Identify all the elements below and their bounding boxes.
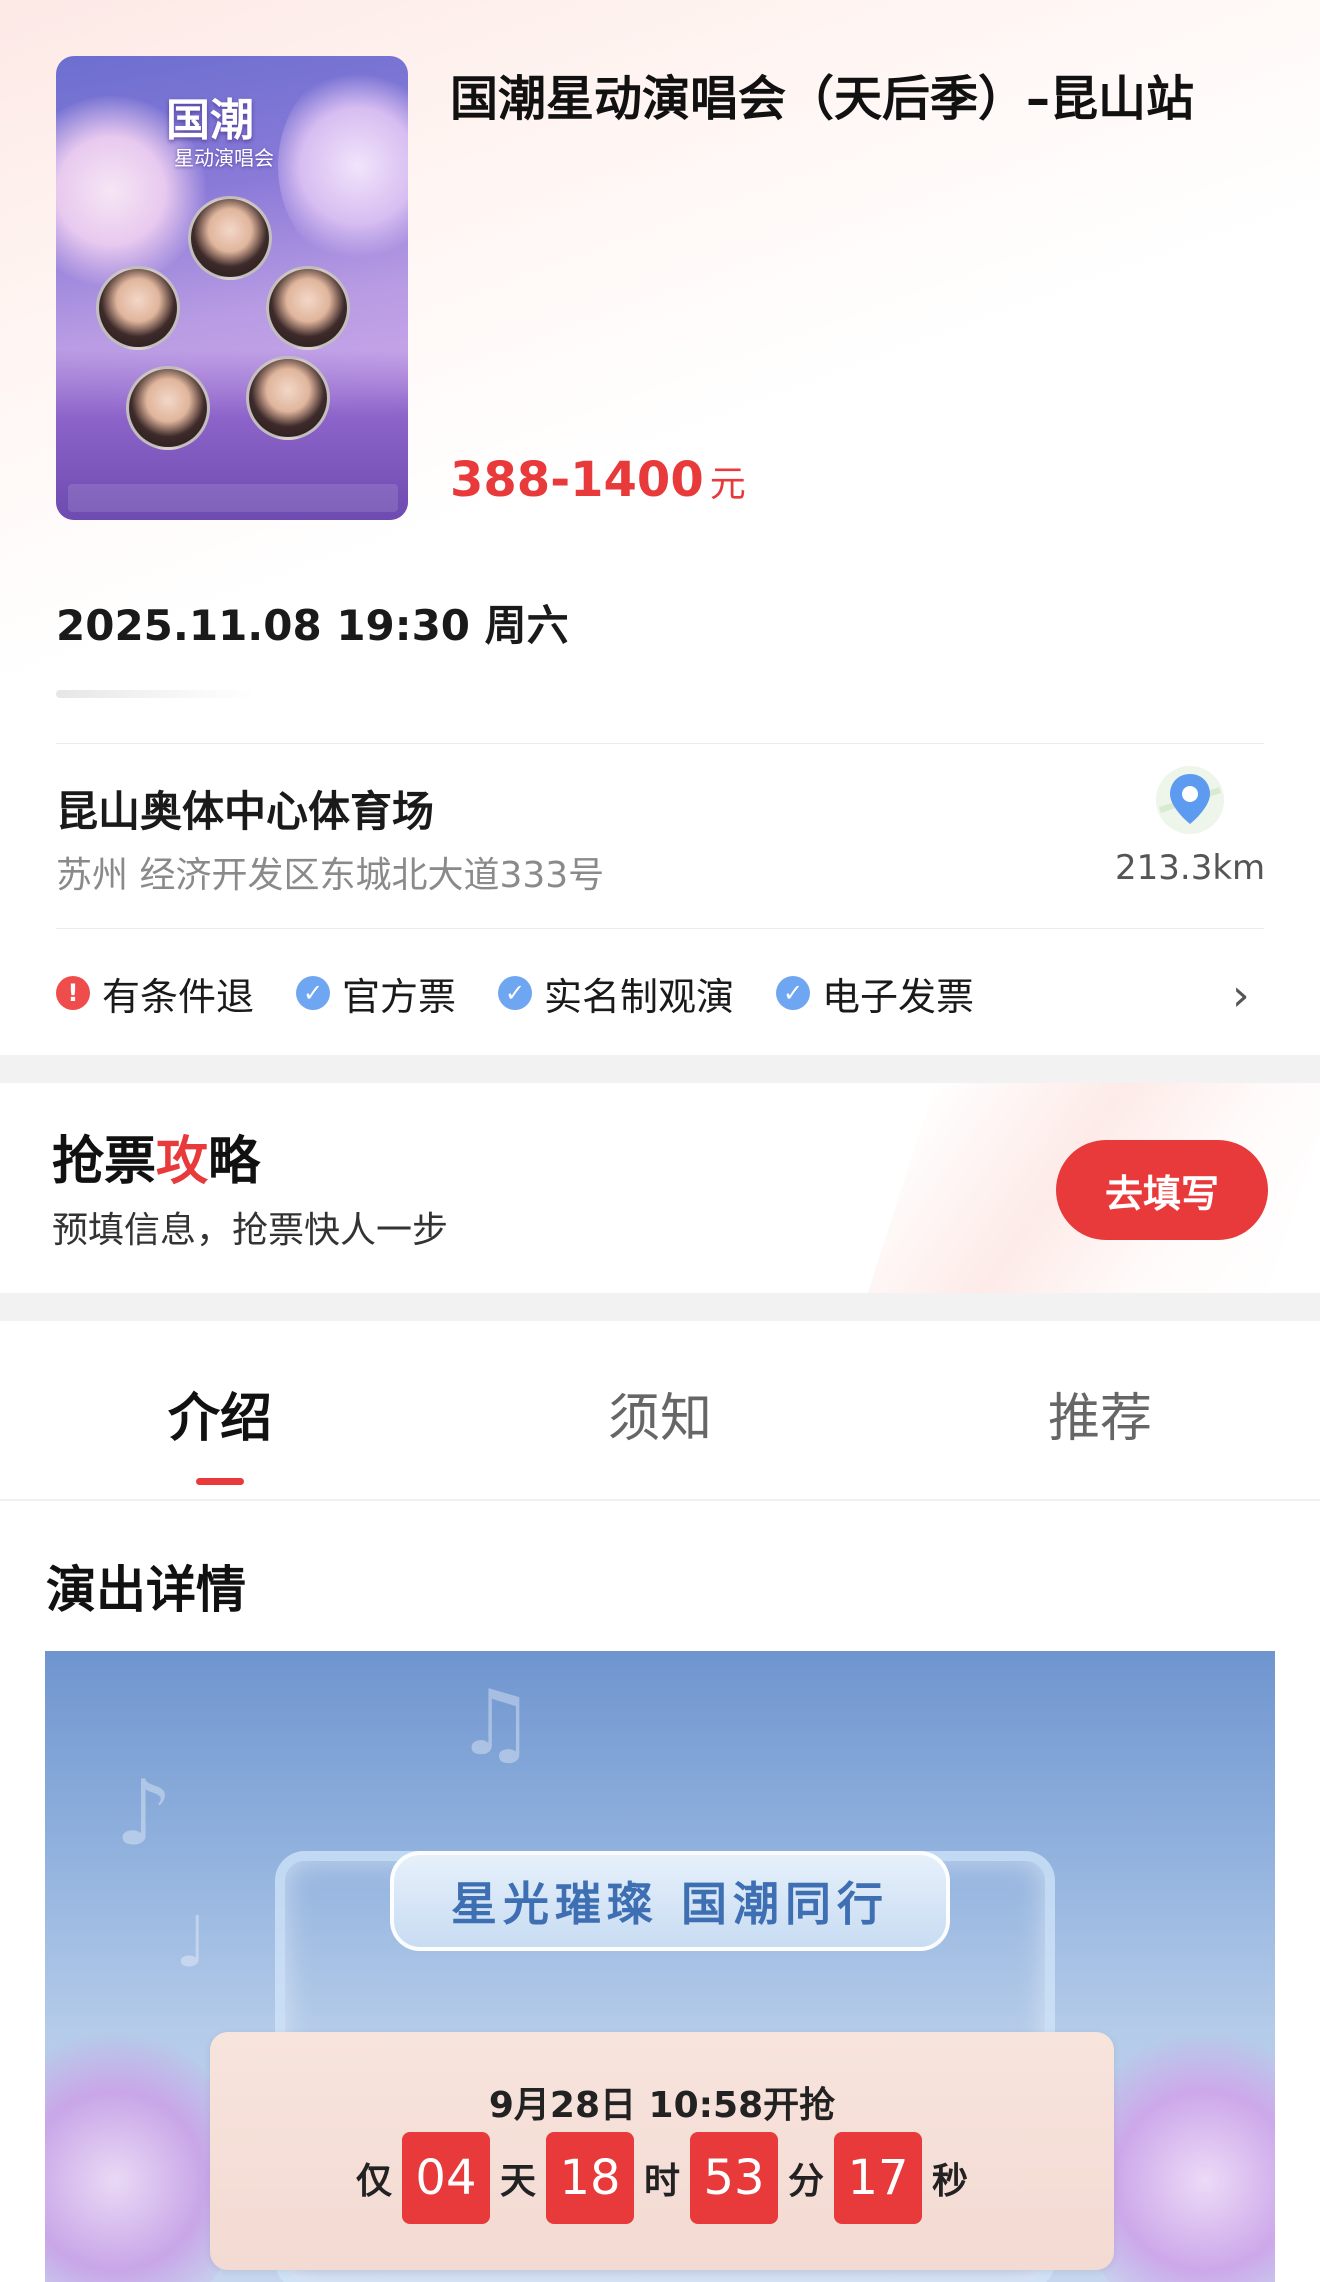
artist-photo — [246, 356, 330, 440]
blurred-placeholder — [56, 690, 256, 698]
price-value: 388-1400 — [450, 452, 704, 508]
divider — [56, 928, 1264, 929]
tag-real-name: ✓ 实名制观演 — [498, 966, 734, 1021]
section-gap — [0, 1055, 1320, 1083]
price-unit: 元 — [709, 464, 746, 505]
tag-label: 官方票 — [342, 974, 457, 1019]
event-datetime: 2025.11.08 19:30 周六 — [56, 601, 569, 650]
sale-countdown: 9月28日 10:58开抢 仅 04 天 18 时 53 分 17 秒 — [210, 2032, 1114, 2270]
tag-label: 实名制观演 — [544, 974, 735, 1019]
tag-label: 有条件退 — [102, 974, 255, 1019]
check-icon: ✓ — [498, 976, 533, 1010]
poster-logo-title: 国潮 — [166, 95, 254, 146]
event-poster[interactable]: 国潮 星动演唱会 — [56, 56, 408, 520]
countdown-days: 04 — [401, 2132, 490, 2224]
countdown-timer: 仅 04 天 18 时 53 分 17 秒 — [210, 2132, 1114, 2224]
venue-address: 苏州 经济开发区东城北大道333号 — [56, 855, 605, 896]
tag-official-ticket: ✓ 官方票 — [296, 966, 456, 1021]
ticket-strategy-banner[interactable]: 抢票攻略 预填信息，抢票快人一步 去填写 — [0, 1083, 1320, 1293]
slogan-plaque: 星光璀璨 国潮同行 — [390, 1851, 950, 1951]
poster-logo-subtitle: 星动演唱会 — [174, 146, 274, 170]
check-icon: ✓ — [296, 976, 331, 1010]
fill-info-button[interactable]: 去填写 — [1056, 1140, 1268, 1240]
service-tags[interactable]: ! 有条件退 ✓ 官方票 ✓ 实名制观演 ✓ 电子发票 — [56, 965, 1016, 1021]
divider — [56, 743, 1264, 744]
artist-photo — [188, 196, 272, 280]
warning-icon: ! — [56, 976, 90, 1010]
countdown-minutes: 53 — [690, 2132, 778, 2224]
artist-photo — [126, 366, 210, 450]
tab-intro[interactable]: 介绍 — [168, 1376, 272, 1451]
artist-photo — [96, 266, 180, 350]
sale-open-time: 9月28日 10:58开抢 — [488, 2085, 836, 2126]
tag-label: 电子发票 — [822, 974, 975, 1019]
countdown-seconds: 17 — [834, 2132, 923, 2224]
venue-name: 昆山奥体中心体育场 — [56, 787, 435, 836]
active-tab-indicator — [196, 1478, 244, 1485]
section-heading: 演出详情 — [46, 1561, 246, 1619]
strategy-title-highlight: 攻 — [156, 1132, 209, 1192]
countdown-hours: 18 — [545, 2132, 634, 2224]
artist-photo — [266, 266, 350, 350]
music-note-icon: ♫ — [455, 1671, 536, 1776]
strategy-title-part: 抢票 — [52, 1132, 157, 1192]
tab-bar: 介绍 须知 推荐 — [0, 1321, 1320, 1501]
strategy-title: 抢票攻略 — [52, 1119, 260, 1194]
map-pin-icon[interactable] — [1150, 760, 1230, 840]
countdown-seconds-label: 秒 — [932, 2161, 969, 2202]
countdown-minutes-label: 分 — [788, 2161, 825, 2202]
poster-logo: 国潮 星动演唱会 — [166, 66, 306, 176]
event-title: 国潮星动演唱会（天后季）–昆山站 — [450, 71, 1195, 127]
price-range: 388-1400 元 — [450, 452, 746, 508]
poster-footer — [68, 484, 398, 512]
tag-refund-policy: ! 有条件退 — [56, 966, 254, 1021]
music-note-icon: ♩ — [175, 1901, 209, 1983]
countdown-prefix: 仅 — [355, 2161, 392, 2202]
section-gap — [0, 1293, 1320, 1321]
tab-notice[interactable]: 须知 — [608, 1376, 712, 1451]
tab-recommend[interactable]: 推荐 — [1048, 1376, 1152, 1451]
venue-distance: 213.3km — [1115, 848, 1266, 888]
tag-e-invoice: ✓ 电子发票 — [776, 966, 974, 1021]
countdown-hours-label: 时 — [643, 2161, 680, 2202]
chevron-right-icon[interactable]: › — [1232, 970, 1250, 1021]
countdown-days-label: 天 — [499, 2161, 536, 2202]
check-icon: ✓ — [776, 976, 811, 1010]
slogan-text: 星光璀璨 国潮同行 — [450, 1877, 889, 1931]
music-note-icon: ♪ — [115, 1761, 173, 1866]
strategy-title-part: 略 — [208, 1132, 261, 1192]
strategy-subtitle: 预填信息，抢票快人一步 — [52, 1210, 449, 1251]
